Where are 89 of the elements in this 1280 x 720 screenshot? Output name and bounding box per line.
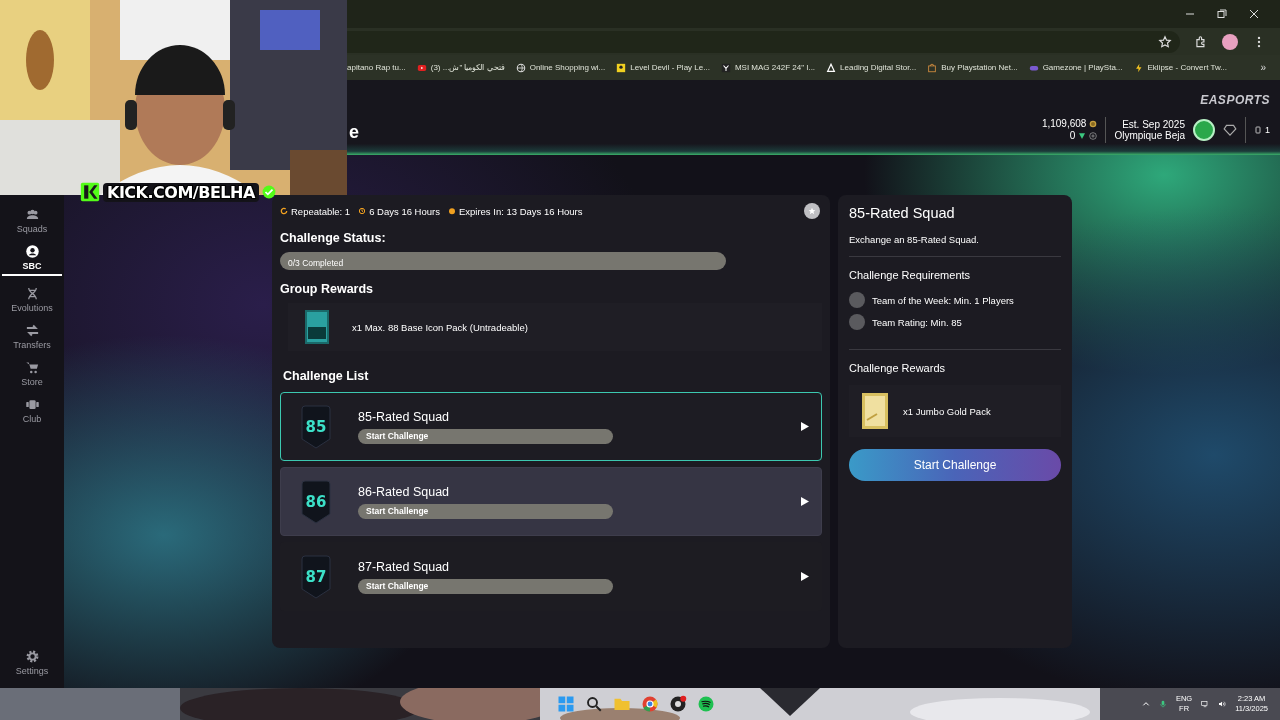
video-icon xyxy=(416,62,427,73)
bookmark[interactable]: Eklipse - Convert Tw... xyxy=(1133,62,1227,73)
progress-label: 0/3 Completed xyxy=(287,258,344,268)
requirement-text: Team of the Week: Min. 1 Players xyxy=(872,294,1014,306)
club-badge[interactable] xyxy=(1193,118,1215,141)
start-icon[interactable] xyxy=(557,695,575,713)
chevron-up-icon[interactable] xyxy=(1141,700,1150,708)
bookmark[interactable]: Online Shopping wi... xyxy=(515,62,606,73)
bolt-icon xyxy=(1133,62,1144,73)
timer-icon xyxy=(358,207,367,215)
settings-icon xyxy=(24,649,40,664)
challenge-title: 86-Rated Squad xyxy=(358,484,451,499)
profile-avatar[interactable] xyxy=(1222,33,1238,50)
bookmark[interactable]: apitano Rap tu... xyxy=(347,63,406,72)
challenge-title: 87-Rated Squad xyxy=(358,559,451,574)
challenge-title: 85-Rated Squad xyxy=(358,409,451,424)
close-icon[interactable] xyxy=(1248,8,1260,20)
challenge-title: 85-Rated Squad xyxy=(849,205,956,221)
bookmark[interactable]: Leading Digital Stor... xyxy=(826,62,917,73)
pack-icon xyxy=(861,392,889,430)
monitor-icon[interactable] xyxy=(1201,700,1210,708)
settings-button[interactable]: Settings xyxy=(2,649,62,676)
cards-icon xyxy=(24,397,40,412)
rating-badge: 87 xyxy=(301,554,331,599)
bookmark[interactable]: MSI MAG 242F 24" I... xyxy=(720,62,816,73)
browser-icon[interactable] xyxy=(641,695,659,713)
nav-item[interactable]: Transfers xyxy=(2,323,62,350)
bookmark[interactable]: Gamezone | PlaySta... xyxy=(1028,62,1123,73)
user-icon xyxy=(24,244,40,259)
play-icon xyxy=(801,497,809,506)
gem-icon[interactable] xyxy=(1223,122,1237,137)
nav-item[interactable]: Club xyxy=(2,397,62,424)
start-challenge-button[interactable]: Start Challenge xyxy=(358,428,613,444)
bookmark[interactable]: Buy Playstation Net... xyxy=(927,62,1018,73)
favorite-button[interactable] xyxy=(804,203,820,219)
brand-logo: EASPORTS xyxy=(1200,92,1270,107)
star-icon[interactable] xyxy=(1158,34,1172,49)
page-title: e xyxy=(349,122,359,143)
search-icon[interactable] xyxy=(585,695,603,713)
coins-value: 1,109,608 xyxy=(1041,118,1087,129)
card-icon[interactable] xyxy=(1254,125,1262,134)
challenge-info: Repeatable: 1 xyxy=(291,205,351,217)
triangle-icon xyxy=(826,62,837,73)
challenge-description: Exchange an 85-Rated Squad. xyxy=(849,234,980,245)
people-icon xyxy=(24,207,40,222)
section-heading: Group Rewards xyxy=(280,282,375,296)
more-bookmarks-button[interactable]: » xyxy=(1260,62,1266,73)
verified-icon xyxy=(261,185,276,199)
card-count: 1 xyxy=(1265,124,1270,135)
puzzle-icon[interactable] xyxy=(1194,34,1208,49)
globe-icon xyxy=(515,62,526,73)
challenge-card[interactable]: 85 85-Rated Squad Start Challenge xyxy=(280,392,822,461)
club-name: Olympique Beja xyxy=(1114,129,1185,141)
section-heading: Challenge Requirements xyxy=(849,269,972,281)
music-icon[interactable] xyxy=(697,695,715,713)
challenge-info: Expires In: 13 Days 16 Hours xyxy=(458,205,583,217)
section-heading: Challenge Rewards xyxy=(849,362,946,374)
challenge-info: 6 Days 16 Hours xyxy=(369,205,440,217)
points-value: 0 xyxy=(1069,130,1076,141)
nav-item[interactable]: Evolutions xyxy=(2,286,62,313)
repeat-icon xyxy=(280,207,288,215)
bookmark[interactable]: Level Devil - Play Le... xyxy=(616,62,710,73)
play-icon xyxy=(801,572,809,581)
start-challenge-button[interactable]: Start Challenge xyxy=(358,503,613,519)
rating-badge: 85 xyxy=(301,404,331,449)
add-icon[interactable] xyxy=(1089,131,1098,140)
record-icon[interactable] xyxy=(669,695,687,713)
play-icon xyxy=(801,422,809,431)
coin-icon xyxy=(1089,119,1098,128)
club-established: Est. Sep 2025 xyxy=(1122,118,1185,130)
nav-item[interactable]: Store xyxy=(2,360,62,387)
star-icon xyxy=(808,207,816,215)
start-challenge-button[interactable]: Start Challenge xyxy=(849,449,1061,481)
pack-icon xyxy=(304,309,330,345)
nav-item[interactable]: SBC xyxy=(2,244,62,276)
bag-icon xyxy=(927,62,938,73)
start-challenge-button[interactable]: Start Challenge xyxy=(358,578,613,594)
requirement-text: Team Rating: Min. 85 xyxy=(872,316,962,328)
section-heading: Challenge Status: xyxy=(280,231,387,245)
logo-icon xyxy=(720,62,731,73)
arrows-icon xyxy=(24,323,40,338)
challenge-card[interactable]: 86 86-Rated Squad Start Challenge xyxy=(280,467,822,536)
nav-item[interactable]: Squads xyxy=(2,207,62,234)
section-heading: Challenge List xyxy=(283,369,370,383)
bookmark[interactable]: فتحي الكوميا "ش... (3) xyxy=(416,62,505,73)
restore-icon[interactable] xyxy=(1216,8,1228,20)
speaker-icon[interactable] xyxy=(1218,700,1227,708)
microphone-icon[interactable] xyxy=(1158,700,1167,708)
rating-badge: 86 xyxy=(301,479,331,524)
